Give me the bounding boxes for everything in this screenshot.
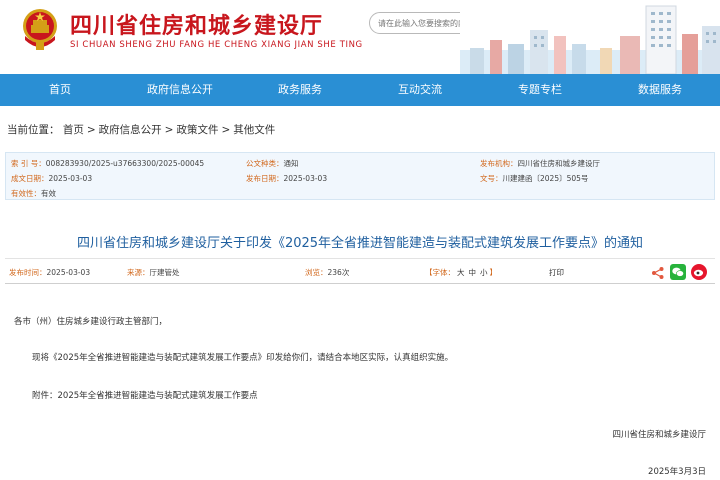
breadcrumb-separator: > xyxy=(221,124,231,136)
font-size-control: 【字体：大中小】 xyxy=(425,268,497,277)
info-source: 来源：厅建管处 xyxy=(127,268,180,277)
share-icons xyxy=(651,264,707,284)
meta-category: 公文种类：通知 xyxy=(246,159,299,168)
nav-item-gov-info[interactable]: 政府信息公开 xyxy=(120,74,240,106)
breadcrumb-policy-docs[interactable]: 政策文件 xyxy=(176,124,218,136)
salutation: 各市（州）住房城乡建设行政主管部门， xyxy=(14,317,168,327)
meta-published-value: 2025-03-03 xyxy=(283,174,328,183)
nav-item-data-services[interactable]: 数据服务 xyxy=(600,74,720,106)
meta-issuer: 发布机构：四川省住房和城乡建设厅 xyxy=(480,159,601,168)
info-source-value: 厅建管处 xyxy=(149,268,180,277)
weibo-icon[interactable] xyxy=(691,264,707,284)
nav-item-home[interactable]: 首页 xyxy=(0,74,120,106)
print-container: 打印 xyxy=(549,267,564,278)
info-publish-time-value: 2025-03-03 xyxy=(46,268,91,277)
breadcrumb: 当前位置： 首页 > 政府信息公开 > 政策文件 > 其他文件 xyxy=(7,122,275,137)
breadcrumb-separator: > xyxy=(86,124,96,136)
national-emblem-icon xyxy=(23,9,57,50)
meta-published-date: 发布日期：2025-03-03 xyxy=(246,174,328,183)
breadcrumb-other-docs[interactable]: 其他文件 xyxy=(233,124,275,136)
info-publish-time: 发布时间：2025-03-03 xyxy=(9,268,91,277)
font-size-large[interactable]: 大 xyxy=(457,268,465,277)
breadcrumb-label: 当前位置： xyxy=(7,124,60,136)
document-title: 四川省住房和城乡建设厅关于印发《2025年全省推进智能建造与装配式建筑发展工作要… xyxy=(76,236,644,251)
site-header: 四川省住房和城乡建设厅 SI CHUAN SHENG ZHU FANG HE C… xyxy=(0,0,720,74)
share-icon[interactable] xyxy=(651,265,665,284)
signature-date: 2025年3月3日 xyxy=(648,467,706,477)
meta-validity-value: 有效 xyxy=(41,189,56,198)
signature: 四川省住房和城乡建设厅 xyxy=(612,430,706,440)
meta-index: 索 引 号：008283930/2025-u37663300/2025-0004… xyxy=(11,159,205,168)
document-meta-box: 索 引 号：008283930/2025-u37663300/2025-0004… xyxy=(5,152,715,200)
city-skyline-illustration xyxy=(460,0,720,74)
print-link[interactable]: 打印 xyxy=(549,268,564,277)
site-pinyin: SI CHUAN SHENG ZHU FANG HE CHENG XIANG J… xyxy=(70,40,363,50)
font-size-small[interactable]: 小 xyxy=(480,268,488,277)
nav-item-gov-services[interactable]: 政务服务 xyxy=(240,74,360,106)
info-views-value: 236次 xyxy=(327,268,350,277)
meta-doc-number: 文号：川建建函〔2025〕505号 xyxy=(480,174,589,183)
wechat-icon[interactable] xyxy=(670,264,686,284)
meta-validity: 有效性：有效 xyxy=(11,189,56,198)
info-views: 浏览：236次 xyxy=(305,268,350,277)
font-size-medium[interactable]: 中 xyxy=(469,268,477,277)
body-paragraph: 现将《2025年全省推进智能建造与装配式建筑发展工作要点》印发给你们，请结合本地… xyxy=(32,353,454,363)
breadcrumb-separator: > xyxy=(164,124,174,136)
site-title: 四川省住房和城乡建设厅 xyxy=(70,14,324,39)
meta-index-value: 008283930/2025-u37663300/2025-00045 xyxy=(45,159,205,168)
main-nav: 首页 政府信息公开 政务服务 互动交流 专题专栏 数据服务 xyxy=(0,74,720,106)
nav-item-interaction[interactable]: 互动交流 xyxy=(360,74,480,106)
meta-doc-number-value: 川建建函〔2025〕505号 xyxy=(502,174,589,183)
meta-category-value: 通知 xyxy=(283,159,299,168)
nav-item-special-topics[interactable]: 专题专栏 xyxy=(480,74,600,106)
document-info-bar: 发布时间：2025-03-03 来源：厅建管处 浏览：236次 【字体：大中小】… xyxy=(5,258,715,284)
attachment-line: 附件：2025年全省推进智能建造与装配式建筑发展工作要点 xyxy=(32,391,258,401)
meta-created-value: 2025-03-03 xyxy=(48,174,93,183)
meta-issuer-value: 四川省住房和城乡建设厅 xyxy=(517,159,601,168)
breadcrumb-home[interactable]: 首页 xyxy=(63,124,84,136)
meta-created-date: 成文日期：2025-03-03 xyxy=(11,174,93,183)
breadcrumb-gov-info[interactable]: 政府信息公开 xyxy=(99,124,162,136)
